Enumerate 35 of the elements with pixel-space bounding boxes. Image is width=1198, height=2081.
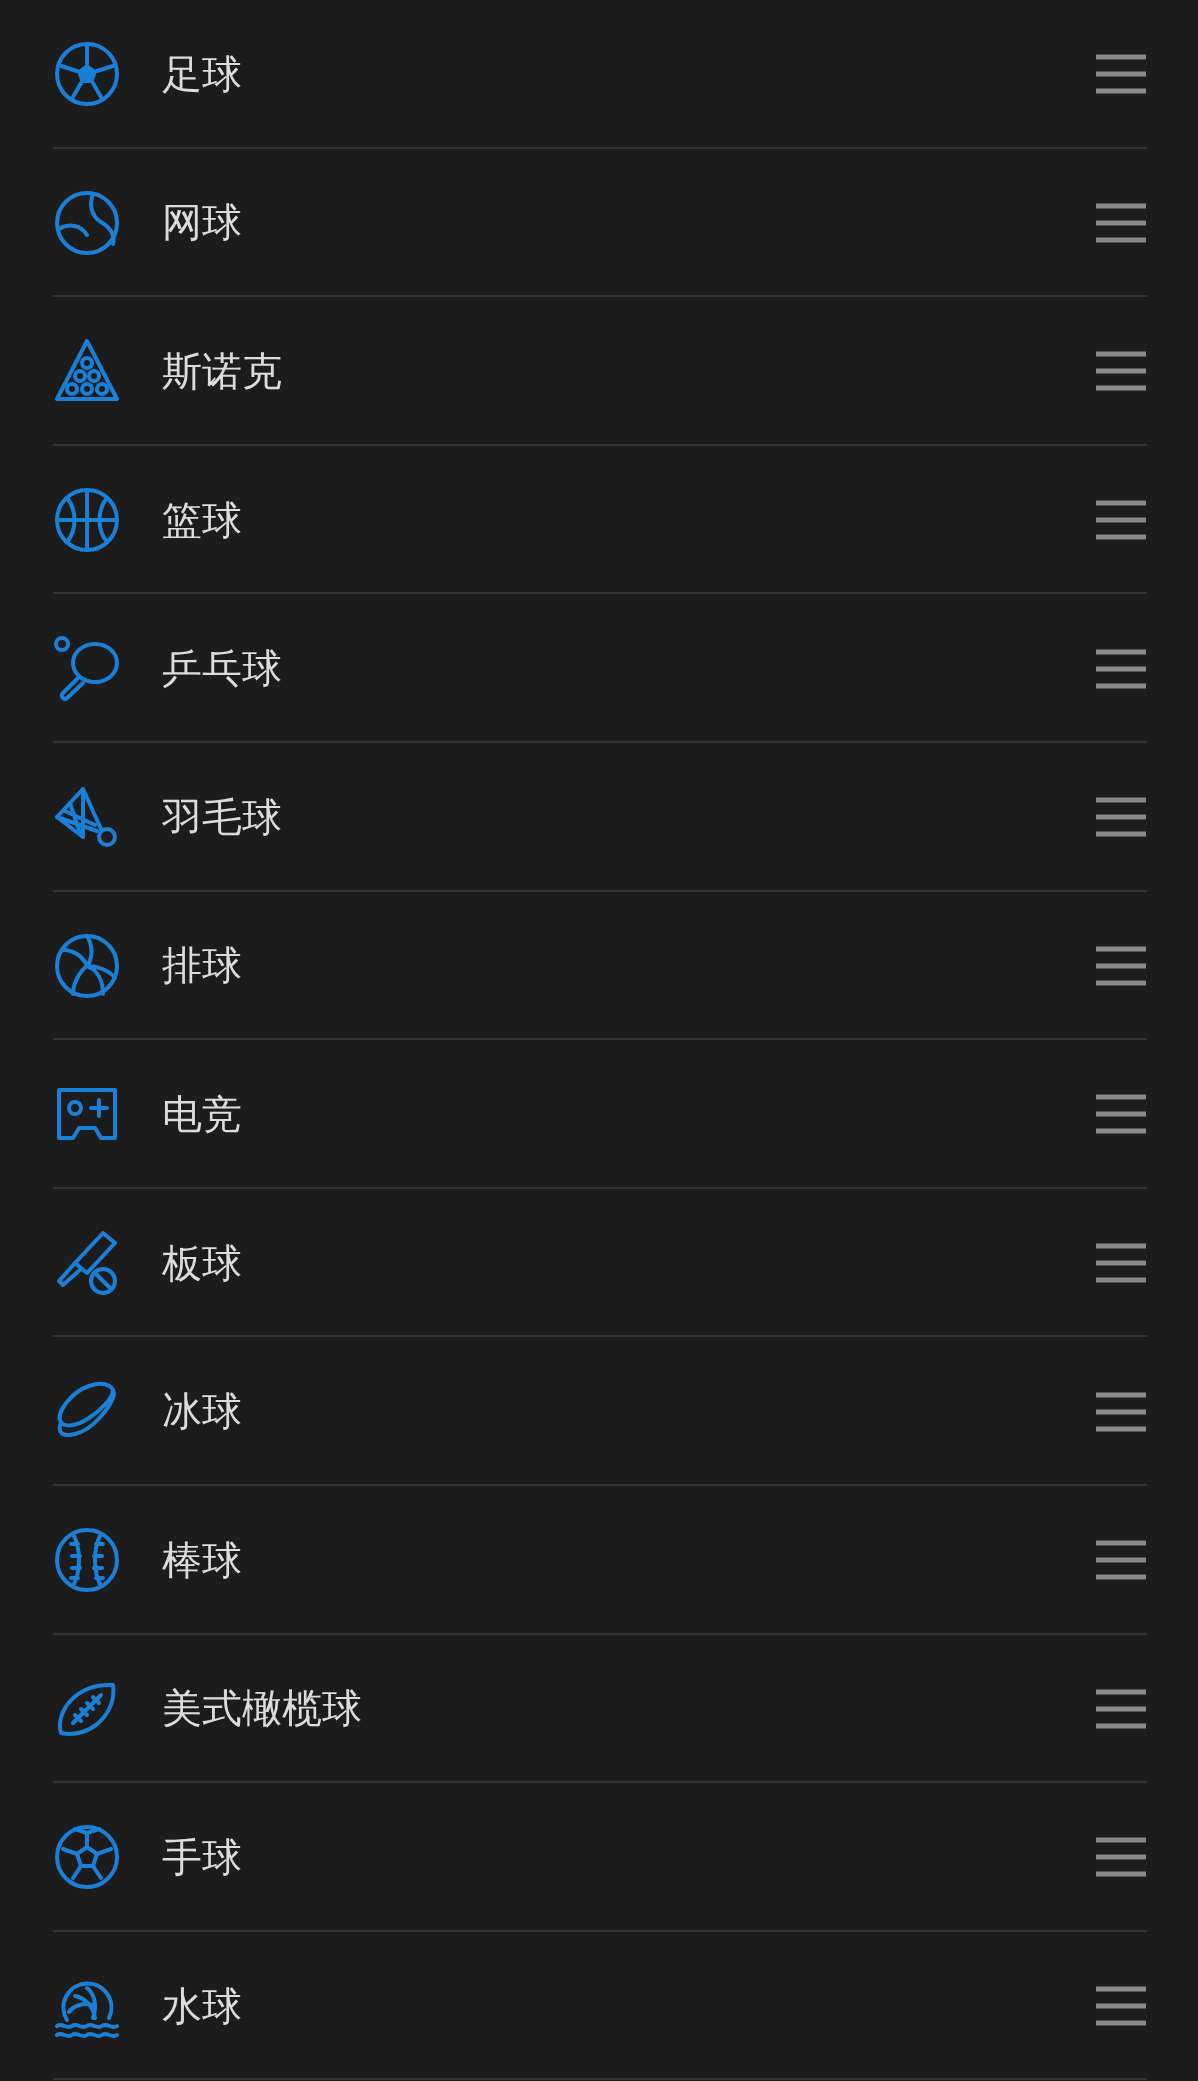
- volleyball-icon: [53, 931, 121, 1000]
- drag-handle-icon[interactable]: [1094, 1093, 1148, 1136]
- sport-label: 乒乓球: [162, 644, 283, 694]
- sport-label: 电竞: [162, 1089, 243, 1139]
- sport-label: 羽毛球: [162, 792, 283, 842]
- drag-handle-icon[interactable]: [1094, 944, 1148, 987]
- drag-handle-icon[interactable]: [1094, 1687, 1148, 1730]
- baseball-icon: [53, 1526, 121, 1595]
- basketball-icon: [53, 486, 121, 555]
- drag-handle-icon[interactable]: [1094, 53, 1148, 96]
- drag-handle-icon[interactable]: [1094, 1242, 1148, 1285]
- sport-label: 冰球: [162, 1387, 243, 1437]
- sport-label: 板球: [162, 1238, 243, 1288]
- drag-handle-icon[interactable]: [1094, 1390, 1148, 1433]
- sport-label: 水球: [162, 1981, 243, 2031]
- drag-handle-icon[interactable]: [1094, 499, 1148, 542]
- drag-handle-icon[interactable]: [1094, 1539, 1148, 1582]
- handball-icon: [53, 1823, 121, 1892]
- sport-label: 篮球: [162, 495, 243, 545]
- drag-handle-icon[interactable]: [1094, 1985, 1148, 2027]
- sport-label: 排球: [162, 941, 243, 991]
- sport-label: 手球: [162, 1832, 243, 1882]
- drag-handle-icon[interactable]: [1094, 350, 1148, 393]
- drag-handle-icon[interactable]: [1094, 796, 1148, 839]
- sport-label: 斯诺克: [162, 347, 283, 396]
- sport-label: 棒球: [162, 1535, 243, 1585]
- tennis-ball-icon: [53, 188, 121, 257]
- ping-pong-icon: [53, 634, 121, 703]
- drag-handle-icon[interactable]: [1094, 201, 1148, 244]
- sport-label: 网球: [162, 198, 243, 248]
- drag-handle-icon[interactable]: [1094, 1836, 1148, 1879]
- sport-label: 美式橄榄球: [162, 1684, 363, 1734]
- sport-label: 足球: [162, 49, 243, 99]
- drag-handle-icon[interactable]: [1094, 647, 1148, 690]
- soccer-ball-icon: [53, 40, 121, 109]
